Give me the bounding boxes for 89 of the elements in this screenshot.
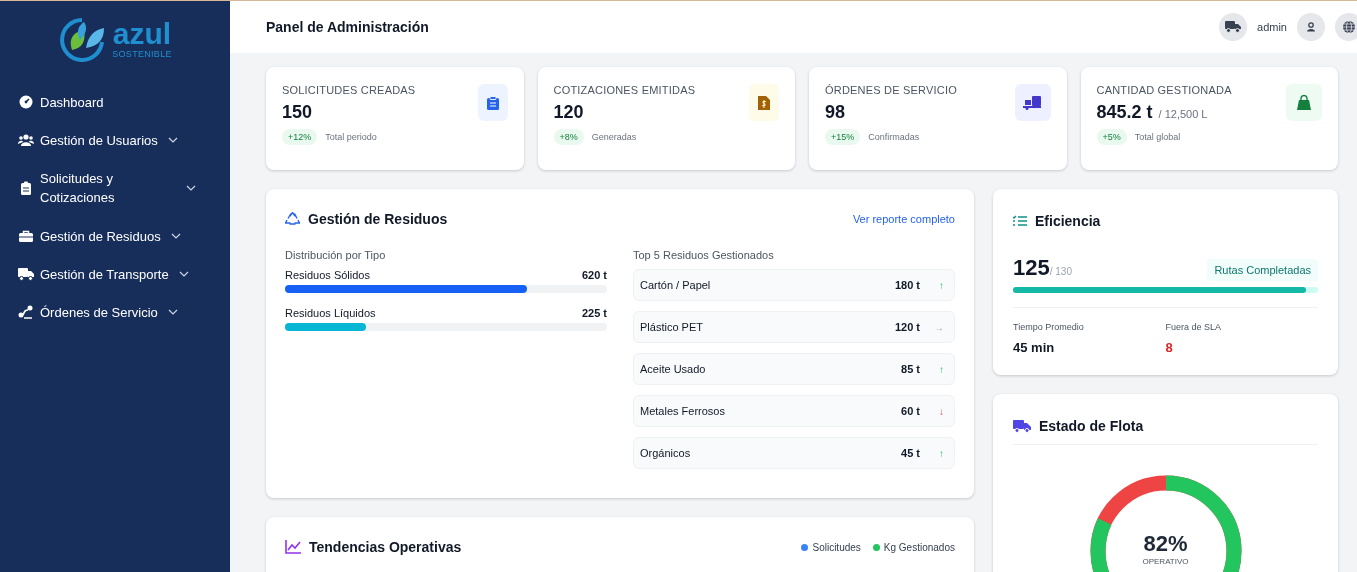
down-arrow: ↓ (938, 405, 944, 417)
routes-badge: Rutas Completadas (1207, 259, 1318, 281)
stat-label: CANTIDAD GESTIONADA (1096, 84, 1232, 96)
nav-item[interactable]: Gestión de Usuarios (18, 121, 230, 159)
user-name: admin (1257, 21, 1287, 33)
fleet-percentage: 82% (1143, 531, 1188, 557)
truck-button[interactable] (1219, 13, 1248, 41)
user-button[interactable] (1297, 13, 1325, 41)
stat-note: Confirmadas (868, 132, 920, 142)
chevron-down-icon (170, 233, 181, 239)
waste-amount: 180 t (894, 279, 920, 291)
clipboard-icon (18, 181, 34, 195)
globe-icon (1342, 20, 1356, 34)
metric-label: Tiempo Promedio (1013, 322, 1085, 332)
stat-label: ÓRDENES DE SERVICIO (825, 84, 957, 96)
stat-label: COTIZACIONES EMITIDAS (553, 84, 696, 96)
stat-note: Total global (1134, 132, 1181, 142)
truck-icon (1013, 419, 1031, 433)
clipboard-icon (477, 84, 508, 121)
section-heading: Distribución por Tipo (285, 249, 387, 261)
change-badge: +8% (553, 129, 584, 145)
stat-note: Total periodo (325, 132, 377, 142)
total-count: / 130 (1049, 266, 1072, 277)
panel-title: Tendencias Operativas (309, 539, 462, 555)
waste-amount: 225 t (581, 307, 607, 319)
completed-count: 125 (1013, 255, 1050, 280)
recycle-icon (285, 212, 300, 226)
stat-label: SOLICITUDES CREADAS (282, 84, 416, 96)
up-arrow: ↑ (938, 279, 944, 291)
hand-truck-icon (1014, 84, 1051, 121)
truck-icon (18, 267, 34, 281)
nav-item[interactable]: Órdenes de Servicio (18, 293, 230, 331)
up-arrow: ↑ (938, 447, 944, 459)
waste-type-label: Residuos Líquidos (285, 307, 376, 319)
users-icon (18, 133, 34, 147)
truck-icon (1225, 21, 1242, 33)
waste-amount: 60 t (901, 405, 920, 417)
nav-item[interactable]: Solicitudes y Cotizaciones (18, 159, 230, 217)
full-report-link[interactable]: Ver reporte completo (852, 213, 955, 225)
chevron-down-icon (167, 309, 178, 315)
waste-amount: 45 t (901, 447, 920, 459)
stat-value: 150 (282, 102, 313, 123)
chevron-down-icon (178, 271, 189, 277)
legend-label: Kg Gestionados (883, 541, 955, 553)
metric-label: Fuera de SLA (1165, 322, 1223, 332)
route-icon (18, 305, 34, 319)
stat-note: Generadas (591, 132, 637, 142)
nav-item[interactable]: Gestión de Residuos (18, 217, 230, 255)
waste-type-label: Residuos Sólidos (285, 269, 370, 281)
change-badge: +5% (1096, 129, 1127, 145)
metric-value: 8 (1165, 340, 1174, 355)
waste-amount: 85 t (901, 363, 920, 375)
panel-title: Estado de Flota (1039, 418, 1144, 434)
right-arrow: → (933, 321, 944, 333)
waste-name: Metales Ferrosos (640, 405, 726, 417)
panel-title: Eficiencia (1035, 213, 1101, 229)
page-title: Panel de Administración (266, 19, 429, 35)
fleet-status: OPERATIVO (1142, 557, 1189, 566)
change-badge: +12% (282, 129, 318, 145)
legend-label: Solicitudes (812, 541, 861, 553)
waste-name: Orgánicos (640, 447, 692, 459)
stat-capacity: / 12,500 L (1158, 108, 1208, 120)
stat-value: 98 (825, 102, 846, 123)
gauge-icon (18, 95, 34, 109)
checklist-icon (1013, 215, 1027, 227)
language-button[interactable] (1335, 13, 1357, 41)
invoice-icon (749, 84, 779, 121)
section-heading: Top 5 Residuos Gestionados (633, 249, 775, 261)
waste-name: Cartón / Papel (640, 279, 712, 291)
panel-title: Gestión de Residuos (308, 211, 448, 227)
line-chart-icon (285, 540, 301, 554)
logo-wordmark: azul (112, 19, 172, 49)
user-icon (1306, 22, 1316, 32)
stat-value: 845.2 t (1096, 102, 1153, 123)
nav-item[interactable]: Gestión de Transporte (18, 255, 230, 293)
metric-value: 45 min (1013, 340, 1056, 355)
waste-amount: 120 t (894, 321, 920, 333)
briefcase-icon (18, 229, 34, 243)
chevron-down-icon (167, 137, 178, 143)
waste-name: Plástico PET (640, 321, 704, 333)
change-badge: +15% (825, 129, 861, 145)
waste-amount: 620 t (581, 269, 607, 281)
logo-tagline: SOSTENIBLE (112, 49, 172, 59)
up-arrow: ↑ (938, 363, 944, 375)
stat-value: 120 (553, 102, 584, 123)
bag-icon (1286, 84, 1322, 121)
nav-item[interactable]: Dashboard (18, 83, 230, 121)
chevron-down-icon (186, 185, 196, 191)
waste-name: Aceite Usado (640, 363, 707, 375)
